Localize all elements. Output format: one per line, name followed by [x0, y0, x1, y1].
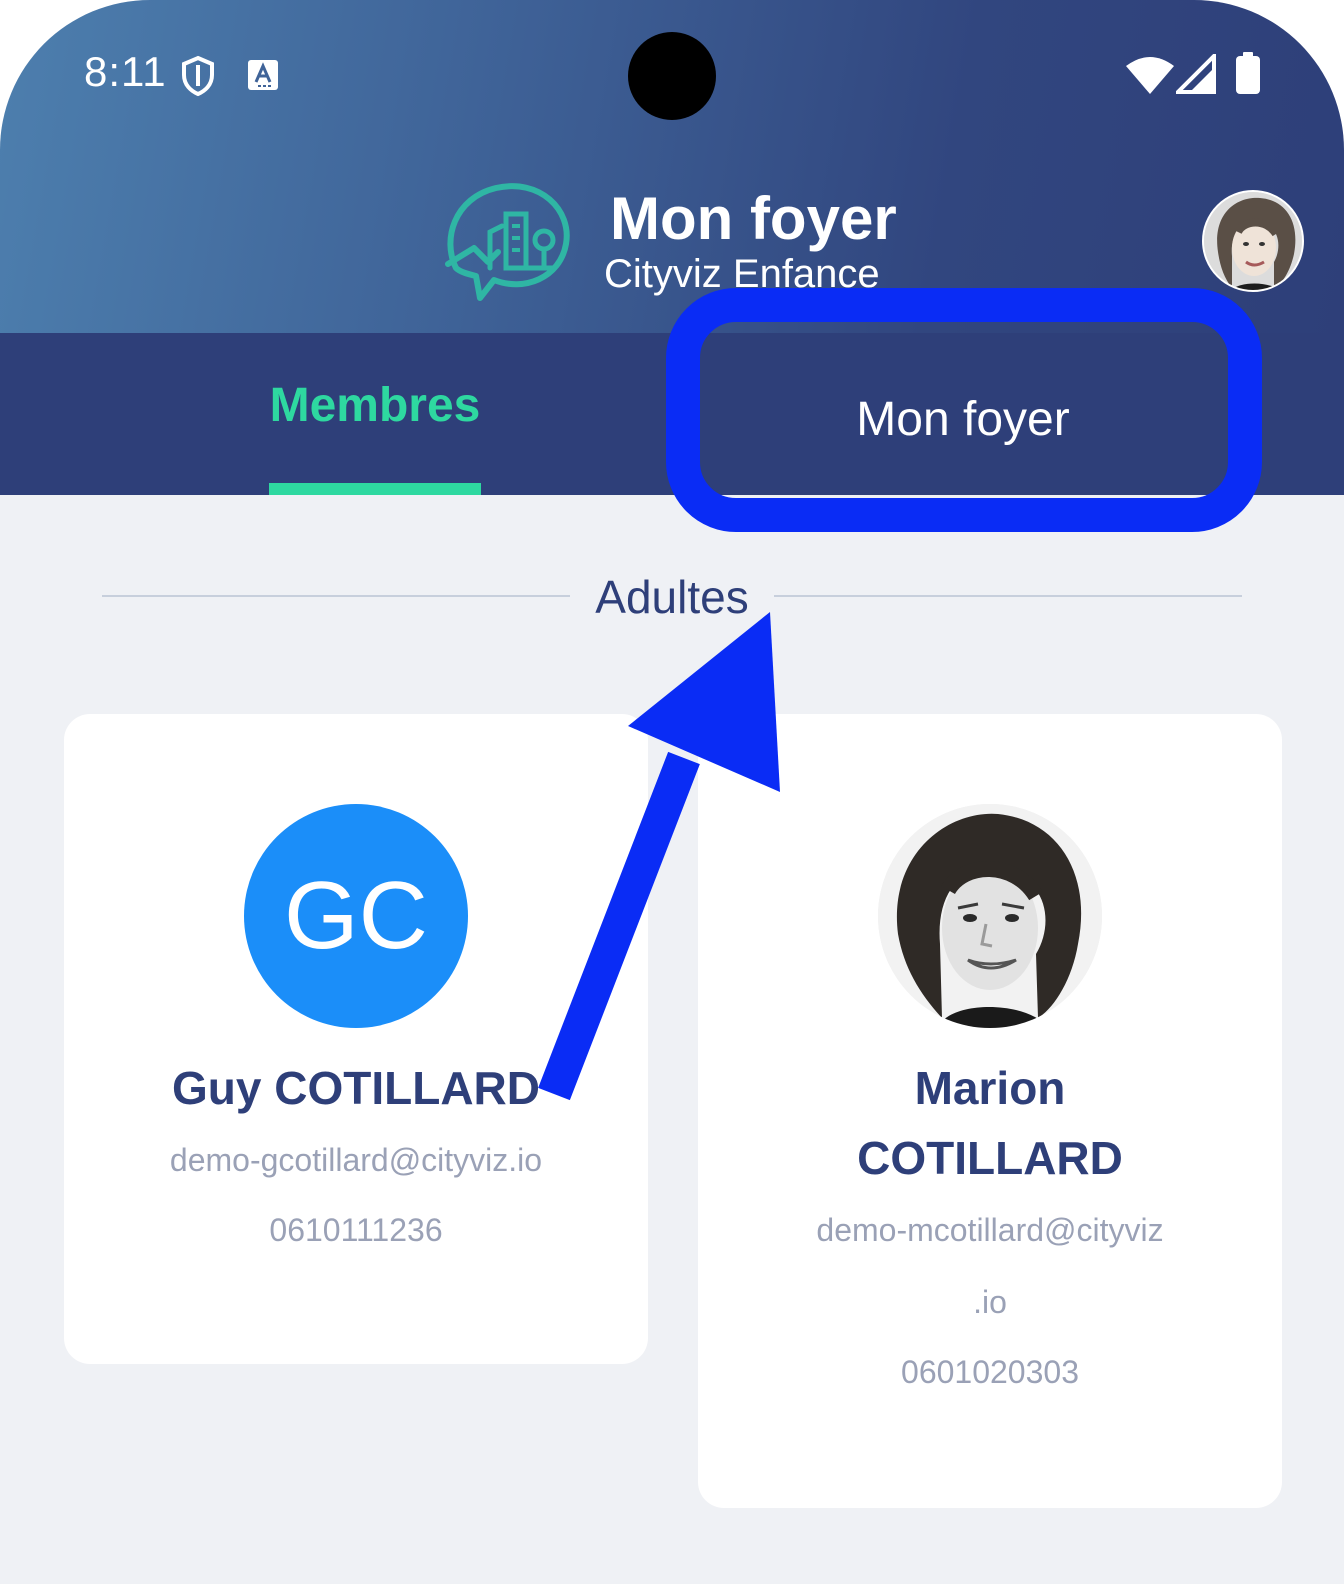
app-header: 8:11 Mon foyer Cityviz Enfance [0, 0, 1344, 333]
section-title: Adultes [595, 571, 749, 623]
member-email-continued: .io [973, 1284, 1007, 1320]
shield-icon [182, 55, 214, 97]
member-avatar-initials: GC [244, 804, 468, 1028]
avatar-portrait [878, 804, 1102, 1028]
member-avatar-photo [878, 804, 1102, 1028]
annotation-highlight-box [666, 288, 1262, 532]
page-title: Mon foyer [610, 185, 897, 252]
section-header-adultes: Adultes [102, 570, 1242, 623]
font-a-icon [248, 60, 278, 90]
battery-icon [1236, 52, 1260, 94]
status-bar: 8:11 [0, 0, 1344, 150]
member-card-guy[interactable]: GC Guy COTILLARD demo-gcotillard@cityviz… [64, 714, 648, 1364]
member-phone: 0601020303 [901, 1354, 1079, 1390]
member-card-marion[interactable]: Marion COTILLARD demo-mcotillard@cityviz… [698, 714, 1282, 1508]
camera-cutout [628, 32, 716, 120]
active-tab-indicator [269, 483, 481, 495]
member-phone: 0610111236 [269, 1212, 443, 1248]
member-email: demo-mcotillard@cityviz [816, 1212, 1164, 1248]
cityviz-logo-icon [445, 183, 570, 301]
wifi-icon [1126, 57, 1174, 94]
divider-line [774, 595, 1242, 597]
member-email: demo-gcotillard@cityviz.io [169, 1142, 543, 1178]
app-screen: 8:11 Mon foyer Cityviz Enfance Membres M… [0, 0, 1344, 1584]
tab-membres[interactable]: Membres [0, 333, 750, 495]
signal-icon [1176, 54, 1216, 94]
member-name-last: COTILLARD [857, 1132, 1123, 1184]
avatar-portrait [1204, 192, 1302, 290]
member-name-first: Marion [914, 1062, 1066, 1114]
member-name: Guy COTILLARD [172, 1062, 540, 1114]
status-time: 8:11 [84, 48, 167, 95]
user-avatar[interactable] [1202, 190, 1304, 292]
divider-line [102, 595, 570, 597]
